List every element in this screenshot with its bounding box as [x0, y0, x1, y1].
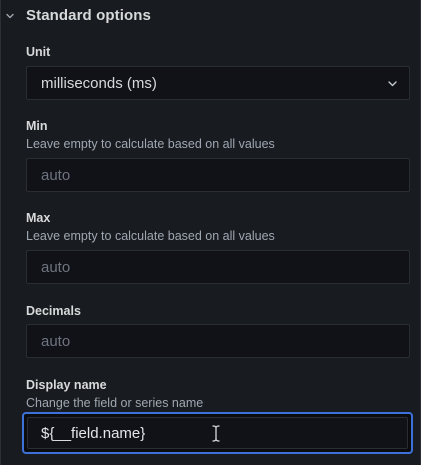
chevron-down-icon[interactable]	[5, 11, 15, 21]
unit-select[interactable]: milliseconds (ms)	[26, 66, 410, 100]
unit-label: Unit	[26, 45, 51, 59]
text-cursor-icon	[212, 425, 220, 442]
min-description: Leave empty to calculate based on all va…	[26, 137, 275, 151]
min-input-placeholder: auto	[41, 166, 71, 184]
chevron-down-icon	[388, 81, 397, 87]
standard-options-section-header[interactable]: Standard options	[1, 0, 420, 32]
decimals-input-placeholder: auto	[41, 332, 71, 350]
unit-select-value: milliseconds (ms)	[41, 74, 157, 92]
section-title: Standard options	[26, 7, 151, 24]
display-name-description: Change the field or series name	[26, 396, 204, 410]
decimals-input[interactable]: auto	[26, 324, 410, 358]
max-description: Leave empty to calculate based on all va…	[26, 229, 275, 243]
max-label: Max	[26, 211, 51, 225]
max-input[interactable]: auto	[26, 250, 410, 284]
decimals-label: Decimals	[26, 304, 81, 318]
min-input[interactable]: auto	[26, 158, 410, 192]
display-name-input-value: ${__field.name}	[41, 424, 146, 442]
display-name-label: Display name	[26, 378, 107, 392]
min-label: Min	[26, 119, 48, 133]
options-panel: Standard options Unit milliseconds (ms) …	[0, 0, 421, 465]
max-input-placeholder: auto	[41, 258, 71, 276]
